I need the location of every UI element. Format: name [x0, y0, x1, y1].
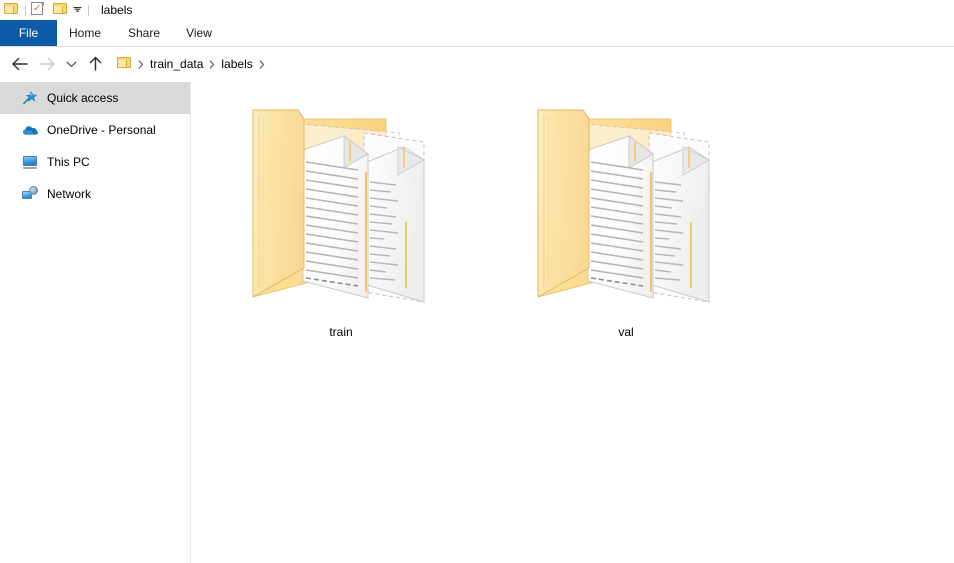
list-item[interactable]: train	[246, 102, 436, 340]
sidebar-item-this-pc[interactable]: This PC	[0, 146, 190, 178]
navigation-pane: Quick access OneDrive - Personal This PC…	[0, 82, 190, 563]
sidebar-item-network[interactable]: Network	[0, 178, 190, 210]
list-item-label: train	[329, 325, 353, 339]
breadcrumb-separator-icon[interactable]	[206, 59, 218, 69]
tab-view[interactable]: View	[176, 20, 222, 46]
tab-share[interactable]: Share	[118, 20, 170, 46]
breadcrumb-segment-labels[interactable]: labels	[218, 57, 255, 71]
tab-home[interactable]: Home	[60, 20, 110, 46]
breadcrumb-folder-icon[interactable]	[117, 56, 133, 72]
sidebar-item-label: This PC	[47, 155, 90, 169]
tab-file[interactable]: File	[0, 20, 57, 46]
sidebar-item-quick-access[interactable]: Quick access	[0, 82, 190, 114]
folder-with-documents-icon[interactable]	[246, 102, 436, 317]
breadcrumb[interactable]: train_data labels	[112, 53, 954, 75]
back-arrow-icon[interactable]	[6, 51, 32, 77]
sidebar-item-onedrive-personal[interactable]: OneDrive - Personal	[0, 114, 190, 146]
sidebar-item-label: OneDrive - Personal	[47, 123, 156, 137]
pin-star-icon	[22, 90, 38, 106]
list-item-label: val	[618, 325, 634, 339]
sidebar-item-label: Network	[47, 187, 92, 201]
window-system-folder-icon[interactable]	[4, 2, 20, 18]
window-title: labels	[101, 3, 133, 17]
cloud-icon	[22, 122, 38, 138]
breadcrumb-separator-icon[interactable]	[135, 59, 147, 69]
title-bar: ✓ labels	[0, 0, 954, 20]
up-arrow-icon[interactable]	[82, 51, 108, 77]
file-list-view[interactable]: train val	[191, 82, 954, 563]
recent-locations-chevron-down-icon[interactable]	[62, 51, 80, 77]
breadcrumb-segment-train_data[interactable]: train_data	[147, 57, 206, 71]
forward-arrow-icon	[34, 51, 60, 77]
network-icon	[22, 186, 38, 202]
monitor-icon	[22, 154, 38, 170]
customize-qat-chevron-down-icon[interactable]	[71, 2, 83, 18]
folder-with-documents-icon[interactable]	[531, 102, 721, 317]
properties-icon[interactable]: ✓	[31, 2, 47, 18]
ribbon-tab-bar: File Home Share View	[0, 20, 954, 47]
breadcrumb-separator-icon[interactable]	[256, 59, 268, 69]
qat-separator-1	[25, 4, 26, 16]
new-folder-icon[interactable]	[53, 2, 69, 18]
sidebar-item-label: Quick access	[47, 91, 119, 105]
list-item[interactable]: val	[531, 102, 721, 340]
qat-separator-2	[88, 4, 89, 16]
